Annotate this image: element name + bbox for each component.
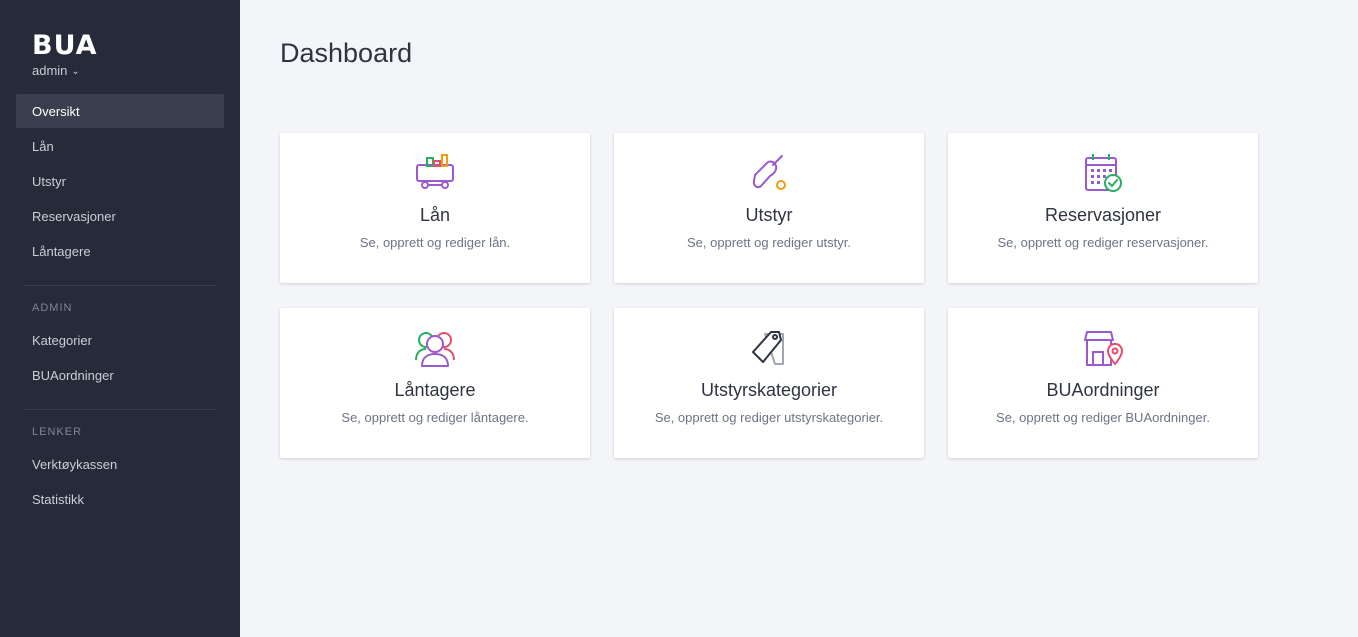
sidebar: BUA admin ⌄ Oversikt Lån Utstyr Reservas… bbox=[0, 0, 240, 637]
card-description: Se, opprett og rediger utstyrskategorier… bbox=[654, 410, 884, 425]
card-utstyr[interactable]: Utstyr Se, opprett og rediger utstyr. bbox=[614, 133, 924, 283]
card-description: Se, opprett og rediger låntagere. bbox=[341, 410, 529, 425]
card-title: Utstyr bbox=[745, 205, 793, 225]
card-description: Se, opprett og rediger lån. bbox=[359, 235, 511, 250]
bua-logo[interactable]: BUA bbox=[32, 30, 98, 61]
user-menu[interactable]: admin ⌄ bbox=[32, 63, 80, 78]
sidebar-divider bbox=[24, 285, 216, 286]
sidebar-item-utstyr[interactable]: Utstyr bbox=[16, 164, 224, 198]
card-title: Lån bbox=[419, 205, 451, 225]
store-location-icon bbox=[1084, 331, 1123, 366]
sidebar-item-lan[interactable]: Lån bbox=[16, 129, 224, 163]
sidebar-item-label: Låntagere bbox=[32, 243, 91, 259]
sidebar-item-verktoykassen[interactable]: Verktøykassen bbox=[16, 447, 224, 481]
card-description: Se, opprett og rediger BUAordninger. bbox=[996, 410, 1210, 425]
sidebar-item-kategorier[interactable]: Kategorier bbox=[16, 323, 224, 357]
card-reservasjoner[interactable]: Reservasjoner Se, opprett og rediger res… bbox=[948, 133, 1258, 283]
card-lan[interactable]: Lån Se, opprett og rediger lån. bbox=[280, 133, 590, 283]
user-name: admin bbox=[32, 63, 68, 78]
cart-icon bbox=[416, 154, 454, 189]
sidebar-item-label: Utstyr bbox=[32, 173, 66, 189]
card-title: Utstyrskategorier bbox=[700, 380, 838, 400]
chevron-down-icon: ⌄ bbox=[71, 66, 80, 77]
calendar-check-icon bbox=[1085, 154, 1122, 192]
sidebar-item-label: Oversikt bbox=[32, 103, 80, 119]
card-title: Låntagere bbox=[394, 380, 476, 400]
section-title-lenker: LENKER bbox=[32, 426, 83, 438]
sidebar-item-lantagere[interactable]: Låntagere bbox=[16, 234, 224, 268]
sidebar-item-statistikk[interactable]: Statistikk bbox=[16, 482, 224, 516]
card-buaordninger[interactable]: BUAordninger Se, opprett og rediger BUAo… bbox=[948, 308, 1258, 458]
paddle-icon bbox=[752, 155, 786, 190]
tags-icon bbox=[752, 331, 784, 365]
page-title: Dashboard bbox=[280, 38, 413, 68]
sidebar-item-label: Lån bbox=[32, 138, 54, 154]
users-icon bbox=[415, 332, 455, 367]
card-lantagere[interactable]: Låntagere Se, opprett og rediger låntage… bbox=[280, 308, 590, 458]
sidebar-item-oversikt[interactable]: Oversikt bbox=[16, 94, 224, 128]
sidebar-item-label: Kategorier bbox=[32, 332, 92, 348]
sidebar-divider bbox=[24, 409, 216, 410]
sidebar-item-label: Statistikk bbox=[32, 491, 85, 507]
sidebar-item-label: Verktøykassen bbox=[32, 456, 118, 472]
card-utstyrskategorier[interactable]: Utstyrskategorier Se, opprett og rediger… bbox=[614, 308, 924, 458]
card-description: Se, opprett og rediger reservasjoner. bbox=[997, 235, 1209, 250]
sidebar-item-label: BUAordninger bbox=[32, 367, 114, 383]
main-content: Dashboard Lån Se, opprett og rediger lån… bbox=[240, 0, 1358, 637]
sidebar-item-reservasjoner[interactable]: Reservasjoner bbox=[16, 199, 224, 233]
card-title: BUAordninger bbox=[1046, 380, 1160, 400]
card-title: Reservasjoner bbox=[1044, 205, 1162, 225]
sidebar-item-label: Reservasjoner bbox=[32, 208, 116, 224]
section-title-admin: ADMIN bbox=[32, 302, 73, 314]
card-description: Se, opprett og rediger utstyr. bbox=[686, 235, 852, 250]
sidebar-item-buaordninger[interactable]: BUAordninger bbox=[16, 358, 224, 392]
